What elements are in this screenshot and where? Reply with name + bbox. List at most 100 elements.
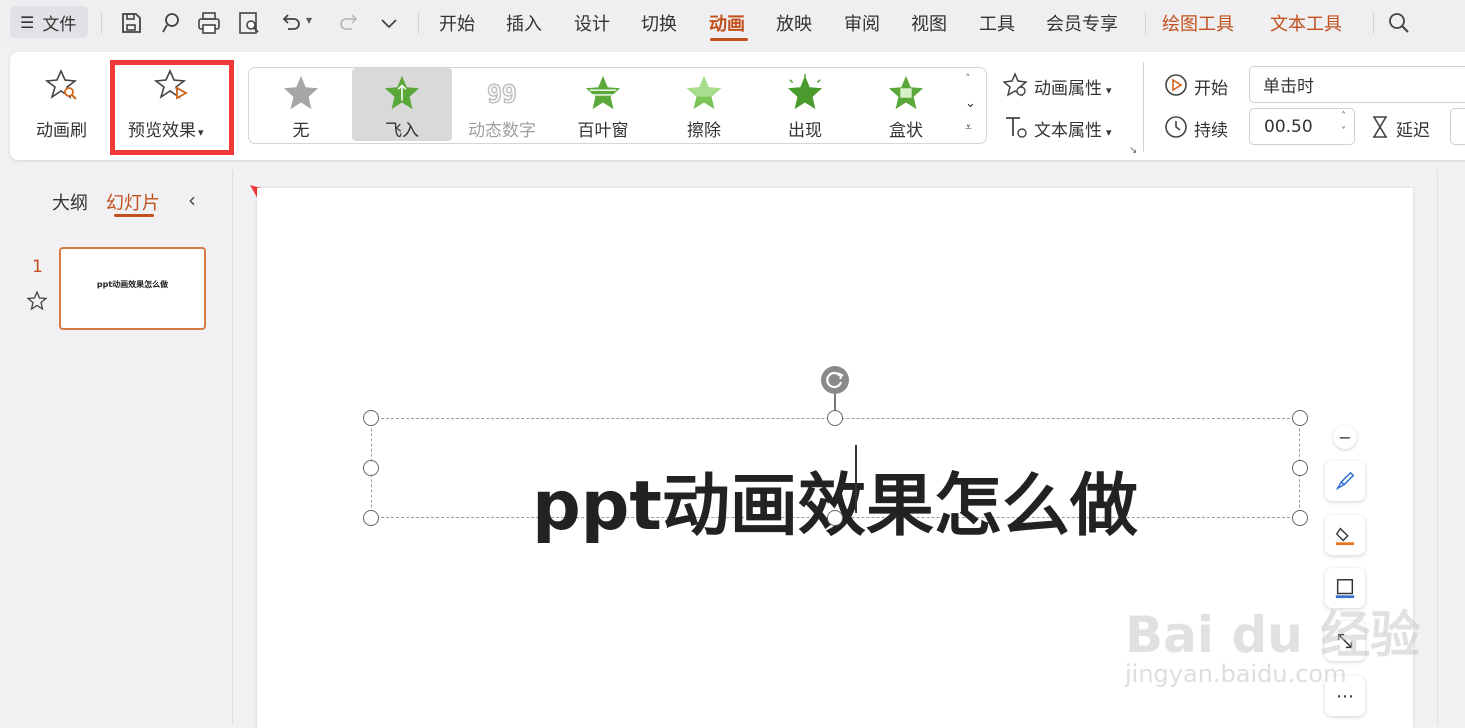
gallery-scroll-down-icon[interactable]: ⌄ (965, 96, 976, 111)
file-menu-label: 文件 (42, 14, 77, 35)
tab-outline[interactable]: 大纲 (52, 189, 88, 215)
animation-painter-icon[interactable] (44, 68, 81, 104)
animation-properties-icon[interactable] (1002, 72, 1029, 98)
tab-text-tools[interactable]: 文本工具 (1270, 10, 1342, 36)
animation-wipe[interactable]: 擦除 (654, 68, 754, 141)
active-tab-indicator (114, 214, 154, 217)
animation-box-label: 盒状 (889, 121, 923, 141)
file-menu-button[interactable]: ☰ 文件 (10, 6, 88, 38)
group-dialog-launcher-icon[interactable]: ↘ (1129, 145, 1137, 156)
rotate-icon[interactable] (821, 366, 849, 394)
delay-label: 延迟 (1396, 121, 1430, 141)
tab-member[interactable]: 会员专享 (1046, 10, 1118, 36)
print-icon[interactable] (196, 10, 222, 36)
active-tab-indicator (710, 38, 748, 41)
start-select[interactable]: 单击时 (1249, 66, 1465, 103)
thumbnail-title: ppt动画效果怎么做 (96, 280, 169, 289)
resize-handle[interactable] (1292, 460, 1308, 476)
star-wipe-icon (686, 75, 722, 110)
animation-fly-in[interactable]: 飞入 (352, 68, 452, 141)
animation-appear[interactable]: 出现 (755, 68, 855, 141)
animation-blinds-label: 百叶窗 (577, 121, 629, 141)
animation-none[interactable]: 无 (251, 68, 351, 141)
search-icon[interactable] (1386, 10, 1412, 36)
stepper-up-icon[interactable]: ˄ (1341, 111, 1346, 122)
duration-value: 00.50 (1264, 116, 1313, 137)
baidu-watermark: Bai du 经验 (1125, 606, 1421, 664)
paint-bucket-icon (1335, 527, 1355, 546)
stepper-down-icon[interactable]: ˅ (1341, 126, 1346, 137)
tab-home[interactable]: 开始 (439, 10, 475, 36)
hamburger-icon: ☰ (20, 12, 35, 32)
fill-color-button[interactable] (1325, 515, 1365, 555)
undo-icon[interactable] (278, 10, 304, 36)
resize-handle[interactable] (827, 510, 843, 526)
undo-dropdown-icon[interactable]: ▾ (306, 13, 312, 27)
resize-handle[interactable] (363, 410, 379, 426)
animation-painter-label[interactable]: 动画刷 (36, 116, 87, 141)
tab-drawing-tools[interactable]: 绘图工具 (1162, 10, 1234, 36)
start-select-value: 单击时 (1263, 77, 1314, 97)
text-properties-icon[interactable] (1003, 114, 1029, 140)
collapse-toolbar-icon[interactable]: − (1333, 425, 1357, 449)
print-preview-icon[interactable] (236, 10, 262, 36)
tab-insert[interactable]: 插入 (506, 10, 542, 36)
number-99-icon: 99 (486, 79, 517, 109)
tab-slideshow[interactable]: 放映 (776, 10, 812, 36)
animation-properties-button[interactable]: 动画属性 ▾ (1034, 74, 1112, 99)
text-properties-button[interactable]: 文本属性 ▾ (1034, 116, 1112, 141)
slide-number: 1 (32, 257, 43, 277)
style-brush-button[interactable] (1325, 461, 1365, 501)
hourglass-icon (1367, 114, 1393, 140)
resize-handle[interactable] (827, 410, 843, 426)
tab-transition[interactable]: 切换 (641, 10, 677, 36)
resize-handle[interactable] (1292, 510, 1308, 526)
star-box-icon (888, 75, 924, 110)
animation-box[interactable]: 盒状 (856, 68, 956, 141)
star-appear-icon (787, 74, 823, 110)
duration-stepper[interactable]: 00.50 ˄ ˅ (1249, 108, 1355, 145)
duration-label: 持续 (1194, 121, 1228, 141)
chevron-down-icon: ▾ (1106, 126, 1112, 139)
play-start-icon (1163, 72, 1189, 98)
divider (1143, 62, 1144, 152)
star-gray-icon (283, 75, 319, 110)
text-properties-label: 文本属性 (1034, 121, 1102, 141)
delay-stepper[interactable] (1450, 108, 1465, 145)
svg-text:99: 99 (487, 80, 517, 109)
divider (1373, 12, 1374, 34)
animation-properties-label: 动画属性 (1034, 79, 1102, 99)
resize-handle[interactable] (363, 460, 379, 476)
animation-appear-label: 出现 (788, 121, 822, 141)
divider (101, 12, 102, 34)
animation-wipe-label: 擦除 (687, 121, 721, 141)
tab-review[interactable]: 审阅 (844, 10, 880, 36)
text-cursor (855, 445, 857, 513)
animation-fly-in-label: 飞入 (385, 121, 419, 141)
tab-tools[interactable]: 工具 (979, 10, 1015, 36)
star-fly-in-icon (384, 75, 420, 110)
animation-blinds[interactable]: 百叶窗 (553, 68, 653, 141)
tab-animation[interactable]: 动画 (709, 10, 745, 36)
slide-thumbnail[interactable]: ppt动画效果怎么做 (59, 247, 206, 330)
gallery-scroll-up-icon[interactable]: ˄ (965, 72, 971, 85)
annotation-highlight-box (110, 60, 234, 155)
tab-slides[interactable]: 幻灯片 (106, 189, 160, 215)
slide-animation-star-icon (26, 290, 48, 311)
chevron-down-icon: ▾ (1106, 84, 1112, 97)
tab-view[interactable]: 视图 (911, 10, 947, 36)
output-pdf-icon[interactable] (158, 10, 184, 36)
star-blinds-icon (585, 75, 621, 110)
tab-design[interactable]: 设计 (574, 10, 610, 36)
collapse-panel-icon[interactable]: ‹ (188, 188, 196, 212)
gallery-expand-icon[interactable]: ⩡ (965, 120, 972, 135)
resize-handle[interactable] (363, 510, 379, 526)
more-quick-access-icon[interactable] (376, 10, 402, 36)
animation-dynamic-number: 99 动态数字 (452, 68, 552, 141)
save-icon[interactable] (118, 10, 144, 36)
slide-title-text[interactable]: ppt动画效果怎么做 (0, 450, 1465, 549)
divider (1145, 12, 1146, 34)
divider (418, 12, 419, 34)
resize-handle[interactable] (1292, 410, 1308, 426)
redo-icon (336, 10, 362, 36)
